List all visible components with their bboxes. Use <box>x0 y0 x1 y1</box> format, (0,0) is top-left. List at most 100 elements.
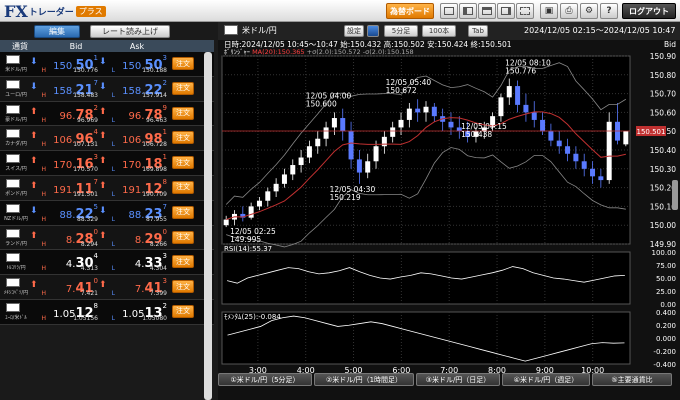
y-tick-label: 149.90 <box>650 240 676 249</box>
read-rate-tab[interactable]: レート読み上げ <box>90 25 170 38</box>
order-button[interactable]: 注文 <box>172 280 194 294</box>
rate-row[interactable]: カナダ/円 ⬆ 106.964 H 107.131 ⬆ 106.981 L 106.728 注文 <box>0 126 214 152</box>
chart-tab-2[interactable]: ②米ドル/円（1時間足） <box>314 373 414 386</box>
order-button[interactable]: 注文 <box>172 131 194 145</box>
candle-body <box>323 127 329 139</box>
ask-low: L 157.914 <box>111 91 167 99</box>
rate-row[interactable]: NZドル/円 ⬇ 88.225 H 88.329 ⬇ 88.237 L 87.955 注文 <box>0 200 214 226</box>
layout-4-icon[interactable] <box>497 3 515 19</box>
ask-price-cell[interactable]: ⬇ 150.503 L 150.188 <box>99 54 169 75</box>
candle-body <box>590 168 596 177</box>
chart-tab-3[interactable]: ③米ドル/円（日足） <box>416 373 500 386</box>
ask-direction-icon: ⬇ <box>99 205 107 216</box>
logout-button[interactable]: ログアウト <box>622 3 676 19</box>
candle-body <box>356 159 362 173</box>
x-tick-label: 10:00 <box>581 366 604 373</box>
rsi-tick-label: 50.00 <box>656 275 676 283</box>
rate-row[interactable]: ﾒｷｼｺﾍﾟｿ/円 ⬆ 7.410 H 7.421 ⬆ 7.413 L 7.399 注文 <box>0 275 214 300</box>
print-icon[interactable]: ⎙ <box>560 3 578 19</box>
ask-low: L 8.266 <box>111 240 167 248</box>
bid-direction-icon: ⬆ <box>30 180 38 191</box>
ask-price-cell[interactable]: ⬆ 8.290 L 8.266 <box>99 228 169 249</box>
edit-tab[interactable]: 編集 <box>34 25 80 38</box>
rsi-plot-area <box>221 251 631 305</box>
chart-tab-5[interactable]: ⑤主要通貨比 <box>592 373 672 386</box>
rate-row[interactable]: 豪ドル/円 ⬆ 96.782 H 96.969 ⬆ 96.789 L 96.463 注文 <box>0 101 214 127</box>
rate-row[interactable]: スイス/円 ⬆ 170.163 H 170.570 ⬆ 170.181 L 169.898 注文 <box>0 151 214 176</box>
bid-price-cell[interactable]: ⬇ 88.225 H 88.329 <box>30 203 100 224</box>
layout-3-icon[interactable] <box>478 3 496 19</box>
top-bar: FX トレーダー プラス 為替ボード ▣ ⎙ ⚙ ? ログアウト <box>0 0 680 22</box>
order-button[interactable]: 注文 <box>172 205 194 219</box>
candle-body <box>373 146 379 162</box>
order-button[interactable]: 注文 <box>172 57 194 70</box>
help-icon[interactable]: ? <box>600 3 618 19</box>
bid-high: H 1.05156 <box>41 314 98 322</box>
rate-row[interactable]: ﾕｰﾛ/米ﾄﾞﾙ 1.05128 H 1.05156 1.05132 L 1.05080 注文 <box>0 299 214 325</box>
layout-5-icon[interactable] <box>516 3 534 19</box>
chart-pair-title[interactable]: 米ドル/円 <box>242 25 277 36</box>
price-chart[interactable]: 日時:2024/12/05 10:45〜10:47 始:150.432 高:15… <box>218 40 680 373</box>
candle-body <box>381 136 387 147</box>
bollinger-label: ﾎﾞﾘﾝｼﾞｬｰ MA(20):150.365 +σ(2.0):150.572 … <box>224 48 414 56</box>
rate-row[interactable]: ポンド/円 ⬆ 191.117 H 191.501 ⬆ 191.128 L 190.709 注文 <box>0 175 214 201</box>
bid-price-cell[interactable]: ⬆ 8.280 H 8.294 <box>30 228 100 249</box>
board-button[interactable]: 為替ボード <box>386 3 434 19</box>
order-button[interactable]: 注文 <box>172 156 194 170</box>
order-button[interactable]: 注文 <box>172 304 194 318</box>
ask-price-cell[interactable]: 1.05132 L 1.05080 <box>99 302 169 323</box>
currency-pair-label: ﾕｰﾛ/米ﾄﾞﾙ <box>5 314 27 321</box>
bid-direction-icon: ⬇ <box>30 205 38 216</box>
order-button[interactable]: 注文 <box>172 230 194 244</box>
tab-button[interactable]: Tab <box>468 25 488 37</box>
chart-scrollbar[interactable] <box>672 180 678 210</box>
currency-pair-label: NZドル/円 <box>4 215 28 222</box>
momentum-tick-label: -0.200 <box>653 348 676 356</box>
rate-row[interactable]: ユーロ/円 ⬇ 158.217 H 158.483 ⬇ 158.222 L 157.914 注文 <box>0 76 214 102</box>
rate-row[interactable]: 米ドル/円 ⬇ 150.501 H 150.776 ⬇ 150.503 L 150.188 注文 <box>0 52 214 77</box>
currency-pair-label: ﾒｷｼｺﾍﾟｿ/円 <box>3 290 29 297</box>
bid-price-cell[interactable]: ⬇ 158.217 H 158.483 <box>30 79 100 100</box>
rate-row[interactable]: ランド/円 ⬆ 8.280 H 8.294 ⬆ 8.290 L 8.266 注文 <box>0 225 214 251</box>
bid-price-cell[interactable]: ⬆ 7.410 H 7.421 <box>30 277 100 298</box>
bid-price-cell[interactable]: ⬆ 96.782 H 96.969 <box>30 104 100 125</box>
ask-price-cell[interactable]: ⬆ 7.413 L 7.399 <box>99 277 169 298</box>
ask-price-cell[interactable]: ⬆ 191.128 L 190.709 <box>99 178 169 199</box>
bid-price-cell[interactable]: 4.304 H 4.313 <box>30 252 100 273</box>
layout-1-icon[interactable] <box>440 3 458 19</box>
rate-row[interactable]: ﾄﾙｺﾘﾗ/円 4.304 H 4.313 4.333 L 4.304 注文 <box>0 250 214 276</box>
ask-price-cell[interactable]: ⬇ 88.237 L 87.955 <box>99 203 169 224</box>
layout-2-icon[interactable] <box>459 3 477 19</box>
bid-direction-icon: ⬆ <box>30 280 38 291</box>
order-button[interactable]: 注文 <box>172 106 194 120</box>
rsi-tick-label: 100.00 <box>652 249 677 257</box>
order-button[interactable]: 注文 <box>172 255 194 269</box>
interval-button[interactable]: 5分足 <box>384 25 418 37</box>
candle-body <box>506 86 512 98</box>
bid-price-cell[interactable]: ⬇ 150.501 H 150.776 <box>30 54 100 75</box>
annotation-value: 150.600 <box>306 99 337 108</box>
draw-tool-icon[interactable] <box>367 25 379 37</box>
bid-price-cell[interactable]: ⬆ 191.117 H 191.501 <box>30 178 100 199</box>
ask-price-cell[interactable]: ⬆ 170.181 L 169.898 <box>99 153 169 174</box>
y-tick-label: 150.70 <box>650 90 676 99</box>
ask-price-cell[interactable]: ⬆ 96.789 L 96.463 <box>99 104 169 125</box>
bid-price-cell[interactable]: ⬆ 170.163 H 170.570 <box>30 153 100 174</box>
settings-button[interactable]: 設定 <box>344 25 364 37</box>
order-button[interactable]: 注文 <box>172 180 194 194</box>
chart-tab-1[interactable]: ①米ドル/円（5分足） <box>218 373 312 386</box>
order-button[interactable]: 注文 <box>172 81 194 95</box>
candle-count-button[interactable]: 100本 <box>422 25 456 37</box>
rate-table-scrollbar[interactable] <box>204 52 212 400</box>
annotation-value: 149.995 <box>230 235 261 244</box>
save-icon[interactable]: ▣ <box>540 3 558 19</box>
bid-high: H 158.483 <box>41 91 98 99</box>
gear-icon[interactable]: ⚙ <box>580 3 598 19</box>
bid-price-cell[interactable]: 1.05128 H 1.05156 <box>30 302 100 323</box>
currency-flag-icon <box>6 104 20 114</box>
bid-price-cell[interactable]: ⬆ 106.964 H 107.131 <box>30 128 100 149</box>
ask-price-cell[interactable]: ⬆ 106.981 L 106.728 <box>99 128 169 149</box>
ask-price-cell[interactable]: ⬇ 158.222 L 157.914 <box>99 79 169 100</box>
ask-price-cell[interactable]: 4.333 L 4.304 <box>99 252 169 273</box>
chart-tab-4[interactable]: ④米ドル/円（週足） <box>502 373 590 386</box>
